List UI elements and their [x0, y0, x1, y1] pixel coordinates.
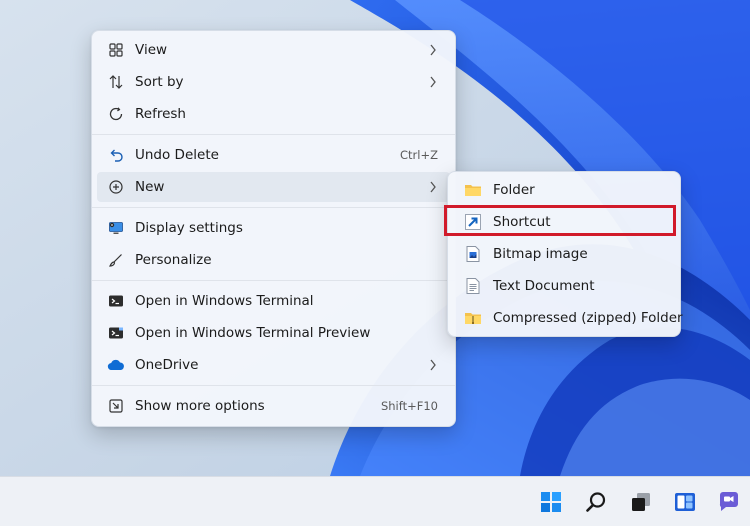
menu-item-label: Open in Windows Terminal: [135, 293, 314, 309]
menu-item-sort-by[interactable]: Sort by: [97, 67, 450, 97]
show-more-icon: [106, 396, 126, 416]
submenu-item-label: Shortcut: [493, 214, 551, 230]
widgets-icon[interactable]: [672, 489, 698, 515]
submenu-item-folder[interactable]: Folder: [453, 175, 675, 205]
task-view-icon[interactable]: [628, 489, 654, 515]
shortcut-icon: [463, 212, 483, 232]
menu-item-display-settings[interactable]: Display settings: [97, 213, 450, 243]
menu-item-label: Open in Windows Terminal Preview: [135, 325, 371, 341]
submenu-item-label: Folder: [493, 182, 535, 198]
menu-item-label: Undo Delete: [135, 147, 219, 163]
zip-folder-icon: [463, 308, 483, 328]
desktop[interactable]: View Sort by Refresh Undo Delete Ctrl+Z: [0, 0, 750, 476]
submenu-item-text-document[interactable]: Text Document: [453, 271, 675, 301]
chevron-right-icon: [426, 43, 440, 57]
submenu-item-shortcut[interactable]: Shortcut: [453, 207, 675, 237]
menu-separator: [92, 207, 455, 208]
desktop-context-menu: View Sort by Refresh Undo Delete Ctrl+Z: [91, 30, 456, 427]
chevron-right-icon: [426, 358, 440, 372]
folder-icon: [463, 180, 483, 200]
menu-item-label: Personalize: [135, 252, 212, 268]
refresh-icon: [106, 104, 126, 124]
menu-separator: [92, 280, 455, 281]
submenu-item-label: Bitmap image: [493, 246, 588, 262]
submenu-item-label: Text Document: [493, 278, 595, 294]
menu-item-show-more-options[interactable]: Show more options Shift+F10: [97, 391, 450, 421]
brush-icon: [106, 250, 126, 270]
bitmap-image-icon: [463, 244, 483, 264]
menu-item-refresh[interactable]: Refresh: [97, 99, 450, 129]
grid-view-icon: [106, 40, 126, 60]
menu-item-personalize[interactable]: Personalize: [97, 245, 450, 275]
plus-circle-icon: [106, 177, 126, 197]
menu-item-label: New: [135, 179, 165, 195]
chat-icon[interactable]: [716, 489, 742, 515]
chevron-right-icon: [426, 75, 440, 89]
taskbar: [0, 476, 750, 526]
menu-item-label: Refresh: [135, 106, 186, 122]
submenu-item-label: Compressed (zipped) Folder: [493, 310, 683, 326]
search-icon[interactable]: [583, 489, 609, 515]
onedrive-cloud-icon: [106, 355, 126, 375]
sort-icon: [106, 72, 126, 92]
menu-item-new[interactable]: New: [97, 172, 450, 202]
menu-item-open-in-terminal[interactable]: Open in Windows Terminal: [97, 286, 450, 316]
menu-item-onedrive[interactable]: OneDrive: [97, 350, 450, 380]
menu-item-open-in-terminal-preview[interactable]: Open in Windows Terminal Preview: [97, 318, 450, 348]
new-submenu: Folder Shortcut Bitmap image Text Docume…: [447, 171, 683, 337]
chevron-right-icon: [426, 180, 440, 194]
start-icon[interactable]: [538, 489, 564, 515]
display-settings-icon: [106, 218, 126, 238]
terminal-icon: [106, 291, 126, 311]
menu-item-label: Display settings: [135, 220, 243, 236]
menu-item-label: Sort by: [135, 74, 184, 90]
menu-item-view[interactable]: View: [97, 35, 450, 65]
menu-item-label: Show more options: [135, 398, 265, 414]
keyboard-shortcut: Ctrl+Z: [400, 148, 438, 162]
menu-item-undo-delete[interactable]: Undo Delete Ctrl+Z: [97, 140, 450, 170]
submenu-item-compressed-folder[interactable]: Compressed (zipped) Folder: [453, 303, 683, 333]
submenu-item-bitmap-image[interactable]: Bitmap image: [453, 239, 675, 269]
terminal-preview-icon: [106, 323, 126, 343]
keyboard-shortcut: Shift+F10: [380, 399, 438, 413]
menu-separator: [92, 134, 455, 135]
undo-icon: [106, 145, 126, 165]
menu-separator: [92, 385, 455, 386]
menu-item-label: View: [135, 42, 168, 58]
menu-item-label: OneDrive: [135, 357, 199, 373]
text-document-icon: [463, 276, 483, 296]
